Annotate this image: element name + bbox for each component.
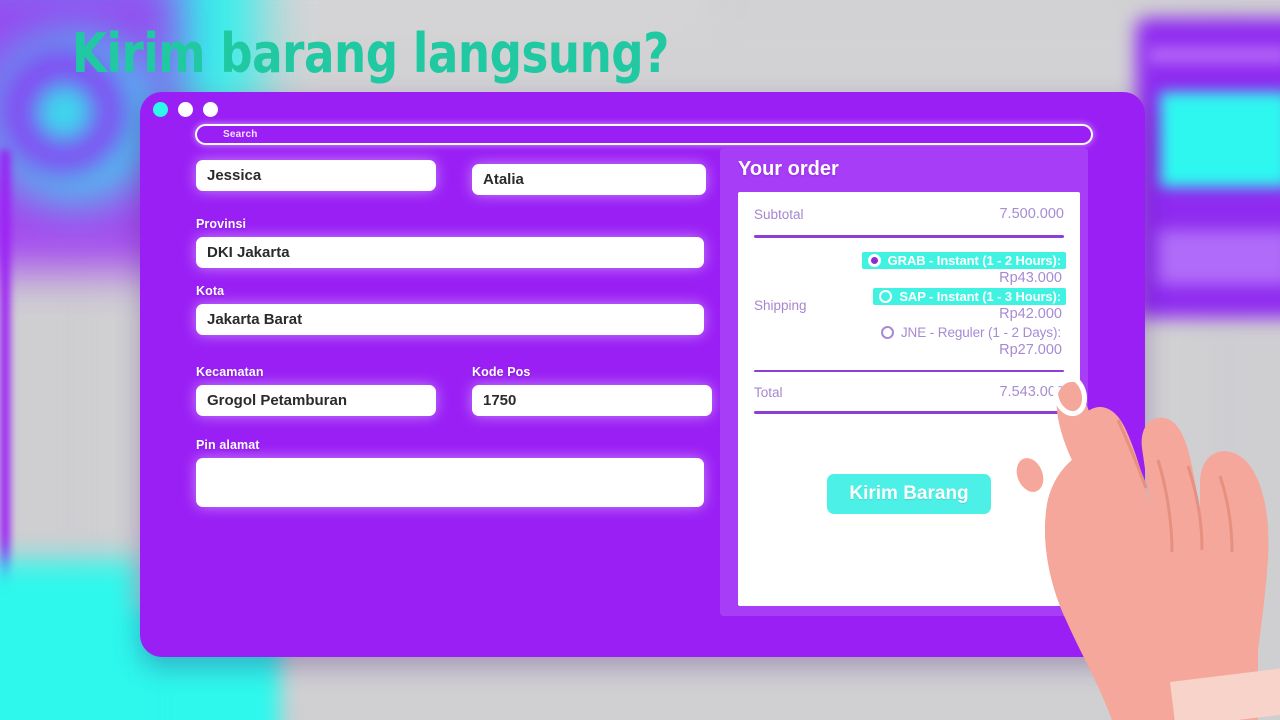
kota-field: Kota Jakarta Barat [196, 284, 761, 335]
shipping-option-jne-price: Rp27.000 [999, 341, 1062, 358]
kirim-barang-button[interactable]: Kirim Barang [827, 473, 991, 514]
pin-alamat-label: Pin alamat [196, 438, 260, 452]
total-row: Total 7.543.000 [752, 372, 1066, 411]
provinsi-field: Provinsi DKI Jakarta [196, 217, 761, 268]
subtotal-value: 7.500.000 [999, 206, 1064, 222]
shipping-option-sap-label: SAP - Instant (1 - 3 Hours): [899, 288, 1061, 304]
background-window-right-screen [1160, 92, 1280, 187]
radio-icon-grab[interactable] [867, 253, 881, 267]
kecamatan-input[interactable]: Grogol Petamburan [196, 385, 436, 416]
name-row: Jessica Atalia [196, 160, 761, 195]
kecamatan-field: Kecamatan Grogol Petamburan [196, 365, 436, 416]
total-label: Total [754, 384, 783, 400]
order-summary-title: Your order [738, 158, 839, 180]
pin-alamat-input[interactable] [196, 458, 704, 507]
shipping-option-grab-row[interactable]: GRAB - Instant (1 - 2 Hours): [861, 251, 1066, 269]
radio-icon-sap[interactable] [879, 289, 893, 303]
search-placeholder: Search [223, 129, 258, 140]
kecamatan-label: Kecamatan [196, 365, 264, 379]
shipping-option-jne-label: JNE - Reguler (1 - 2 Days): [900, 324, 1061, 340]
kecamatan-kodepos-row: Kecamatan Grogol Petamburan Kode Pos 175… [196, 365, 761, 416]
window-close-dot[interactable] [153, 102, 168, 117]
shipping-label: Shipping [754, 298, 807, 313]
kota-label: Kota [196, 284, 225, 298]
background-window-right-foot [1157, 230, 1280, 285]
subtotal-label: Subtotal [754, 206, 804, 222]
shipping-options-list: GRAB - Instant (1 - 2 Hours): Rp43.000 S… [836, 251, 1066, 360]
shipping-address-form: Jessica Atalia Provinsi DKI Jakarta Kota… [196, 160, 761, 507]
screen: Kirim barang langsung? Search Jessica At… [0, 0, 1280, 720]
divider-below-total [754, 411, 1064, 414]
shipping-option-sap[interactable]: SAP - Instant (1 - 3 Hours): Rp42.000 [836, 287, 1066, 322]
window-minimize-dot[interactable] [178, 102, 193, 117]
last-name-input[interactable]: Atalia [472, 164, 706, 195]
subtotal-row: Subtotal 7.500.000 [752, 192, 1066, 235]
first-name-field: Jessica [196, 160, 436, 195]
cta-container: Kirim Barang [752, 473, 1066, 514]
shipping-option-sap-price: Rp42.000 [999, 305, 1062, 322]
window-maximize-dot[interactable] [203, 102, 218, 117]
provinsi-label: Provinsi [196, 217, 247, 231]
shipping-option-grab-label: GRAB - Instant (1 - 2 Hours): [887, 252, 1061, 268]
shipping-option-jne[interactable]: JNE - Reguler (1 - 2 Days): Rp27.000 [836, 324, 1066, 358]
first-name-input[interactable]: Jessica [196, 160, 436, 191]
browser-window: Search Jessica Atalia Provinsi DKI Jakar… [140, 92, 1145, 657]
pin-alamat-field: Pin alamat [196, 438, 761, 507]
shipping-section: Shipping GRAB - Instant (1 - 2 Hours): R… [752, 238, 1066, 370]
shipping-option-grab[interactable]: GRAB - Instant (1 - 2 Hours): Rp43.000 [836, 251, 1066, 286]
kode-pos-label: Kode Pos [472, 365, 531, 379]
last-name-field: Atalia [472, 164, 706, 195]
shipping-option-jne-row[interactable]: JNE - Reguler (1 - 2 Days): [875, 324, 1066, 341]
shipping-option-sap-row[interactable]: SAP - Instant (1 - 3 Hours): [873, 287, 1066, 305]
provinsi-input[interactable]: DKI Jakarta [196, 237, 704, 268]
total-value: 7.543.000 [999, 384, 1064, 400]
order-summary-card: Subtotal 7.500.000 Shipping GRAB - Insta… [738, 192, 1080, 606]
window-controls [153, 102, 218, 117]
search-input[interactable]: Search [195, 124, 1093, 145]
kode-pos-input[interactable]: 1750 [472, 385, 712, 416]
background-cyan-bottom-accent [0, 560, 140, 720]
kota-input[interactable]: Jakarta Barat [196, 304, 704, 335]
background-purple-sliver [0, 150, 10, 630]
kode-pos-field: Kode Pos 1750 [472, 365, 712, 416]
radio-icon-jne[interactable] [880, 325, 894, 339]
page-title: Kirim barang langsung? [72, 22, 669, 85]
background-window-right-bar [1148, 46, 1280, 64]
order-summary-panel: Your order Subtotal 7.500.000 Shipping G… [720, 148, 1088, 616]
shipping-option-grab-price: Rp43.000 [999, 269, 1062, 286]
